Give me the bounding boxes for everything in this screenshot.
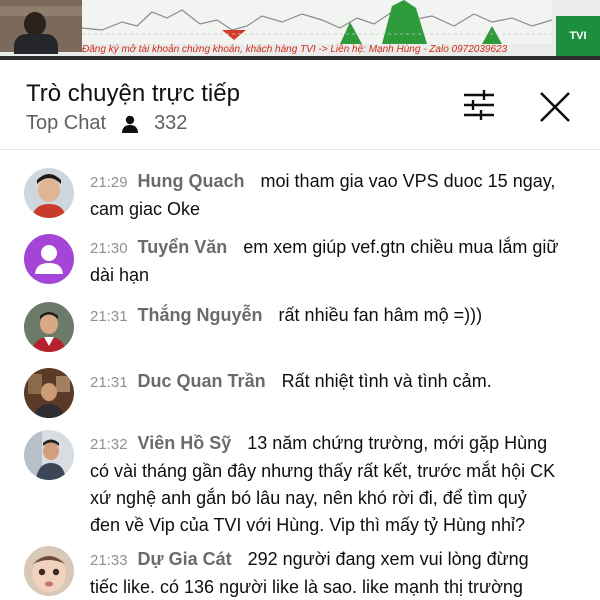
avatar[interactable]: [24, 168, 74, 218]
message-time: 21:33: [90, 552, 128, 569]
avatar[interactable]: [24, 234, 74, 284]
chat-mode-label: Top Chat: [26, 112, 107, 134]
avatar[interactable]: [24, 368, 74, 418]
message-body: 21:32 Viên Hồ Sỹ 13 năm chứng trường, mới …: [90, 430, 560, 539]
presenter-body: [14, 34, 58, 54]
message-content: rất nhiều fan hâm mộ =))): [278, 305, 483, 325]
message-author[interactable]: Thắng Nguyễn: [138, 305, 263, 325]
avatar[interactable]: [24, 430, 74, 480]
presenter-video-thumbnail: [0, 0, 82, 54]
message-time: 21:30: [90, 240, 128, 257]
message-body: 21:33 Dự Gia Cát 292 người đang xem vui lò…: [90, 546, 560, 600]
chat-message-list[interactable]: 21:29 Hung Quach moi tham gia vao VPS duoc…: [0, 150, 600, 600]
chat-header: Trò chuyện trực tiếp Top Chat 332: [0, 60, 600, 150]
avatar[interactable]: [24, 302, 74, 352]
message-time: 21:31: [90, 374, 128, 391]
close-icon[interactable]: [538, 90, 572, 124]
message-author[interactable]: Hung Quach: [138, 171, 245, 191]
message-author[interactable]: Tuyển Văn: [138, 237, 228, 257]
message-author[interactable]: Viên Hồ Sỹ: [138, 433, 232, 453]
viewer-count: 332: [154, 112, 188, 134]
message-time: 21:31: [90, 308, 128, 325]
stock-chart-graphic: [82, 0, 552, 44]
filter-settings-icon[interactable]: [460, 88, 498, 122]
message-body: 21:31 Thắng Nguyễn rất nhiều fan hâm mộ =)…: [90, 302, 560, 330]
tvi-logo: TVI: [556, 16, 600, 56]
message-author[interactable]: Dự Gia Cát: [138, 549, 232, 569]
promo-banner-text: Đăng ký mở tài khoản chứng khoán, khách …: [82, 44, 508, 55]
message-time: 21:32: [90, 436, 128, 453]
message-time: 21:29: [90, 174, 128, 191]
presenter-head: [24, 12, 46, 36]
message-body: 21:29 Hung Quach moi tham gia vao VPS duoc…: [90, 168, 560, 223]
avatar[interactable]: [24, 546, 74, 596]
message-body: 21:30 Tuyển Văn em xem giúp vef.gtn chiều …: [90, 234, 560, 289]
message-content: Rất nhiệt tình và tình cảm.: [281, 371, 492, 391]
chat-title: Trò chuyện trực tiếp: [26, 80, 240, 107]
video-player-strip[interactable]: Đăng ký mở tài khoản chứng khoán, khách …: [0, 0, 600, 60]
chat-mode-selector[interactable]: Top Chat 332: [26, 112, 187, 135]
message-body: 21:31 Duc Quan Trần Rất nhiệt tình và tình…: [90, 368, 560, 396]
message-author[interactable]: Duc Quan Trần: [138, 371, 266, 391]
person-icon: [122, 115, 139, 133]
